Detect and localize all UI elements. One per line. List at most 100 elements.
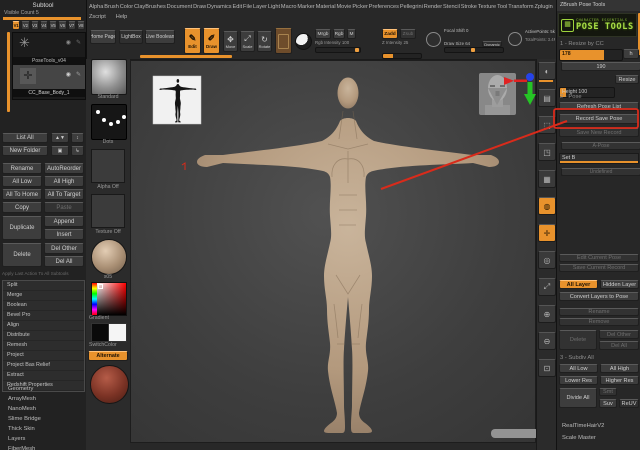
menu-item[interactable]: Picker bbox=[352, 4, 368, 10]
canvas-scrollbar[interactable] bbox=[491, 429, 537, 438]
list-all-button[interactable]: List All bbox=[2, 133, 48, 143]
pose-set-slider[interactable]: Set B bbox=[559, 153, 639, 164]
tool-subpalette-item[interactable]: NanoMesh bbox=[2, 404, 84, 414]
refresh-pose-list-button[interactable]: Refresh Pose List bbox=[559, 102, 639, 111]
divide-all-button[interactable]: Divide All bbox=[559, 388, 597, 408]
zplugin-item[interactable]: RealTimeHairV2 bbox=[559, 420, 639, 432]
subtool-menu-item[interactable]: Project bbox=[3, 351, 84, 361]
paintbrush-icon[interactable]: ✎ bbox=[76, 39, 81, 46]
visible-count-slider[interactable] bbox=[3, 17, 81, 20]
material-thumbnail[interactable] bbox=[91, 239, 127, 275]
subtool-menu-item[interactable]: Split bbox=[3, 281, 84, 291]
edit-mode-button[interactable]: ✎Edit bbox=[184, 28, 201, 54]
paste-button[interactable]: Paste bbox=[44, 202, 84, 213]
zoom-in-icon[interactable]: ⊕ bbox=[538, 305, 556, 323]
menu-item[interactable]: Layer bbox=[253, 4, 267, 10]
menu-item[interactable]: Dynamics bbox=[207, 4, 232, 10]
autoreorder-button[interactable]: AutoReorder bbox=[44, 163, 84, 174]
menu-item[interactable]: Marker bbox=[297, 4, 314, 10]
menu-item[interactable]: File bbox=[243, 4, 252, 10]
menu-item[interactable]: Preferences bbox=[369, 4, 399, 10]
alternate-button[interactable]: Alternate bbox=[88, 351, 128, 361]
menu-item[interactable]: Zscript bbox=[89, 14, 106, 24]
height-preset-button[interactable]: 190 bbox=[561, 62, 640, 71]
live-boolean-button[interactable]: Live Boolean bbox=[145, 30, 175, 44]
all-to-home-button[interactable]: All To Home bbox=[2, 189, 42, 200]
subtool-view-tab[interactable]: V3 bbox=[31, 21, 39, 30]
subtool-menu-item[interactable]: Merge bbox=[3, 291, 84, 301]
tool-subpalette-item[interactable]: Layers bbox=[2, 434, 84, 444]
current-brush-thumbnail[interactable] bbox=[91, 59, 127, 95]
hidden-layer-button[interactable]: Hidden Layer bbox=[600, 280, 639, 289]
suv-toggle[interactable]: Suv bbox=[599, 399, 617, 408]
eye-icon[interactable]: ◉ bbox=[66, 71, 71, 78]
zsub-toggle[interactable]: Zsub bbox=[400, 29, 416, 39]
menu-item[interactable]: Document bbox=[167, 4, 193, 10]
subtool-menu-item[interactable]: Boolean bbox=[3, 301, 84, 311]
lower-res-button[interactable]: Lower Res bbox=[559, 376, 598, 385]
draw-mode-button[interactable]: ✐Draw bbox=[203, 28, 220, 54]
pose-del-other-button[interactable]: Del Other bbox=[599, 330, 639, 339]
higher-res-button[interactable]: Higher Res bbox=[600, 376, 639, 385]
subtool-move-button[interactable]: ↕ bbox=[71, 133, 84, 143]
move-mode-button[interactable]: ✥Move bbox=[223, 31, 238, 52]
alpha-thumbnail[interactable] bbox=[91, 149, 125, 183]
perspective-icon[interactable]: ◳ bbox=[538, 143, 556, 161]
lightbox-button[interactable]: LightBox bbox=[119, 30, 143, 44]
smt-toggle[interactable]: Smt bbox=[599, 388, 617, 396]
tool-subpalette-item[interactable]: ArrayMesh bbox=[2, 394, 84, 404]
cc-height-slider[interactable]: 178 bbox=[559, 49, 623, 61]
focal-shift-slider[interactable] bbox=[444, 47, 504, 53]
delete-button[interactable]: Delete bbox=[2, 243, 42, 267]
frame-icon[interactable]: ⊡ bbox=[538, 359, 556, 377]
tool-subpalette-item[interactable]: Thick Skin bbox=[2, 424, 84, 434]
new-folder-button[interactable]: New Folder bbox=[2, 146, 48, 156]
subtool-menu-item[interactable]: Extract bbox=[3, 371, 84, 381]
convert-layers-button[interactable]: Convert Layers to Pose bbox=[559, 292, 639, 301]
home-page-button[interactable]: Home Page bbox=[90, 30, 116, 44]
stroke-thumbnail[interactable] bbox=[91, 104, 127, 140]
del-all-button[interactable]: Del All bbox=[44, 256, 84, 267]
zadd-toggle[interactable]: Zadd bbox=[382, 29, 398, 39]
subtool-view-tab[interactable]: V2 bbox=[21, 21, 29, 30]
pose-rename-button[interactable]: Rename bbox=[559, 308, 639, 316]
menu-item[interactable]: Transform bbox=[508, 4, 533, 10]
eye-icon[interactable]: ◉ bbox=[66, 39, 71, 46]
subtool-menu-item[interactable]: Distribute bbox=[3, 331, 84, 341]
zplugin-item[interactable]: Scale Master bbox=[559, 432, 639, 444]
all-high-button[interactable]: All High bbox=[44, 176, 84, 187]
subtool-menu-item[interactable]: Align bbox=[3, 321, 84, 331]
resize-button[interactable]: Resize bbox=[615, 75, 639, 84]
subtool-menu-item[interactable]: Bevel Pro bbox=[3, 311, 84, 321]
scale-mode-button[interactable]: ⤢Scale bbox=[240, 31, 255, 52]
bpr-icon[interactable]: ◐ bbox=[538, 62, 556, 80]
subtool-view-tab[interactable]: V8 bbox=[77, 21, 85, 30]
subtool-view-tab[interactable]: V7 bbox=[68, 21, 76, 30]
pose-del-all-button[interactable]: Del All bbox=[599, 341, 639, 350]
sdiv-icon[interactable]: ▤ bbox=[538, 89, 556, 107]
solo-icon[interactable]: ◎ bbox=[538, 251, 556, 269]
color-picker[interactable] bbox=[91, 282, 127, 316]
menu-item[interactable]: Texture bbox=[478, 4, 496, 10]
z-intensity-slider[interactable] bbox=[382, 53, 422, 59]
duplicate-button[interactable]: Duplicate bbox=[2, 216, 42, 240]
tool-subpalette-item[interactable]: Geometry bbox=[2, 384, 84, 394]
rgb-intensity-slider[interactable] bbox=[315, 47, 361, 53]
menu-item[interactable]: Movie bbox=[337, 4, 352, 10]
edit-current-pose-button[interactable]: Edit Current Pose bbox=[559, 254, 639, 262]
subtool-view-tab[interactable]: V4 bbox=[40, 21, 48, 30]
menu-item[interactable]: Zplugin bbox=[534, 4, 552, 10]
folder-down-button[interactable]: ↳ bbox=[71, 146, 84, 156]
insert-button[interactable]: Insert bbox=[44, 229, 84, 240]
menu-item[interactable]: Light bbox=[268, 4, 280, 10]
sculptris-pro-button[interactable] bbox=[275, 28, 292, 54]
reuv-button[interactable]: ReUV bbox=[619, 399, 639, 408]
subtool-row-posetools[interactable]: ✳ ◉ ✎ bbox=[13, 33, 85, 57]
zoom-out-icon[interactable]: ⊖ bbox=[538, 332, 556, 350]
menu-item[interactable]: Draw bbox=[193, 4, 206, 10]
subtool-view-tab[interactable]: V1 bbox=[12, 21, 20, 30]
brush-dial-icon[interactable] bbox=[426, 32, 441, 47]
menu-item[interactable]: Stroke bbox=[461, 4, 477, 10]
subtool-row-body[interactable]: ✛ ◉ ✎ bbox=[13, 65, 85, 89]
record-save-pose-button[interactable]: Record Save Pose bbox=[559, 114, 639, 124]
